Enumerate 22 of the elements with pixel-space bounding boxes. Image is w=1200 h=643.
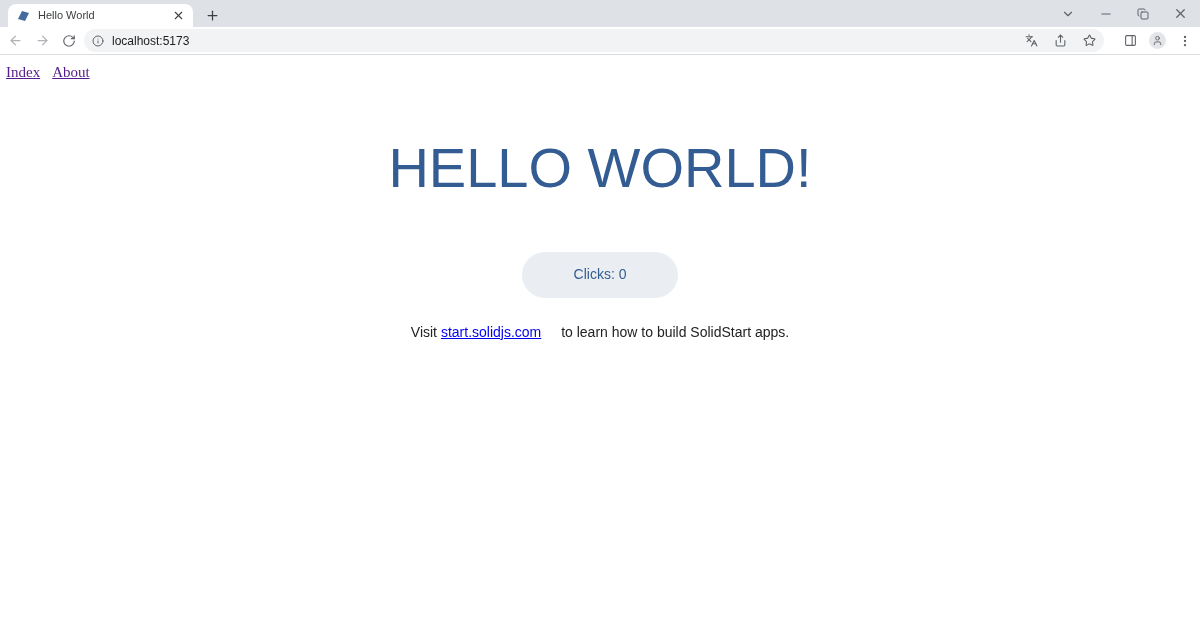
page-logo-icon	[16, 8, 30, 23]
footer-text: Visit start.solidjs.com to learn how to build SolidStart apps.	[410, 322, 790, 342]
new-tab-icon[interactable]	[205, 8, 220, 23]
browser-tab[interactable]: Hello World	[8, 4, 193, 27]
profile-icon[interactable]	[1149, 32, 1166, 49]
nav-link[interactable]: Index	[6, 61, 41, 84]
info-icon	[92, 34, 104, 47]
page-heading: HELLO WORLD!	[388, 135, 812, 200]
side-panel-icon[interactable]	[1124, 34, 1137, 47]
reload-icon[interactable]	[62, 33, 76, 48]
counter-button[interactable]: Clicks: 0	[522, 251, 678, 298]
docs-link[interactable]: start.solidjs.com	[440, 323, 542, 340]
tab-title: Hello World	[38, 8, 96, 24]
close-icon[interactable]	[1173, 6, 1188, 21]
nav-link[interactable]: About	[52, 61, 90, 84]
star-icon[interactable]	[1083, 34, 1096, 47]
url-text: localhost:5173	[112, 32, 191, 50]
translate-icon[interactable]	[1025, 34, 1038, 47]
close-icon[interactable]	[172, 9, 185, 22]
share-icon[interactable]	[1054, 34, 1067, 47]
restore-icon[interactable]	[1137, 7, 1149, 20]
address-bar[interactable]: localhost:5173	[84, 29, 1104, 52]
